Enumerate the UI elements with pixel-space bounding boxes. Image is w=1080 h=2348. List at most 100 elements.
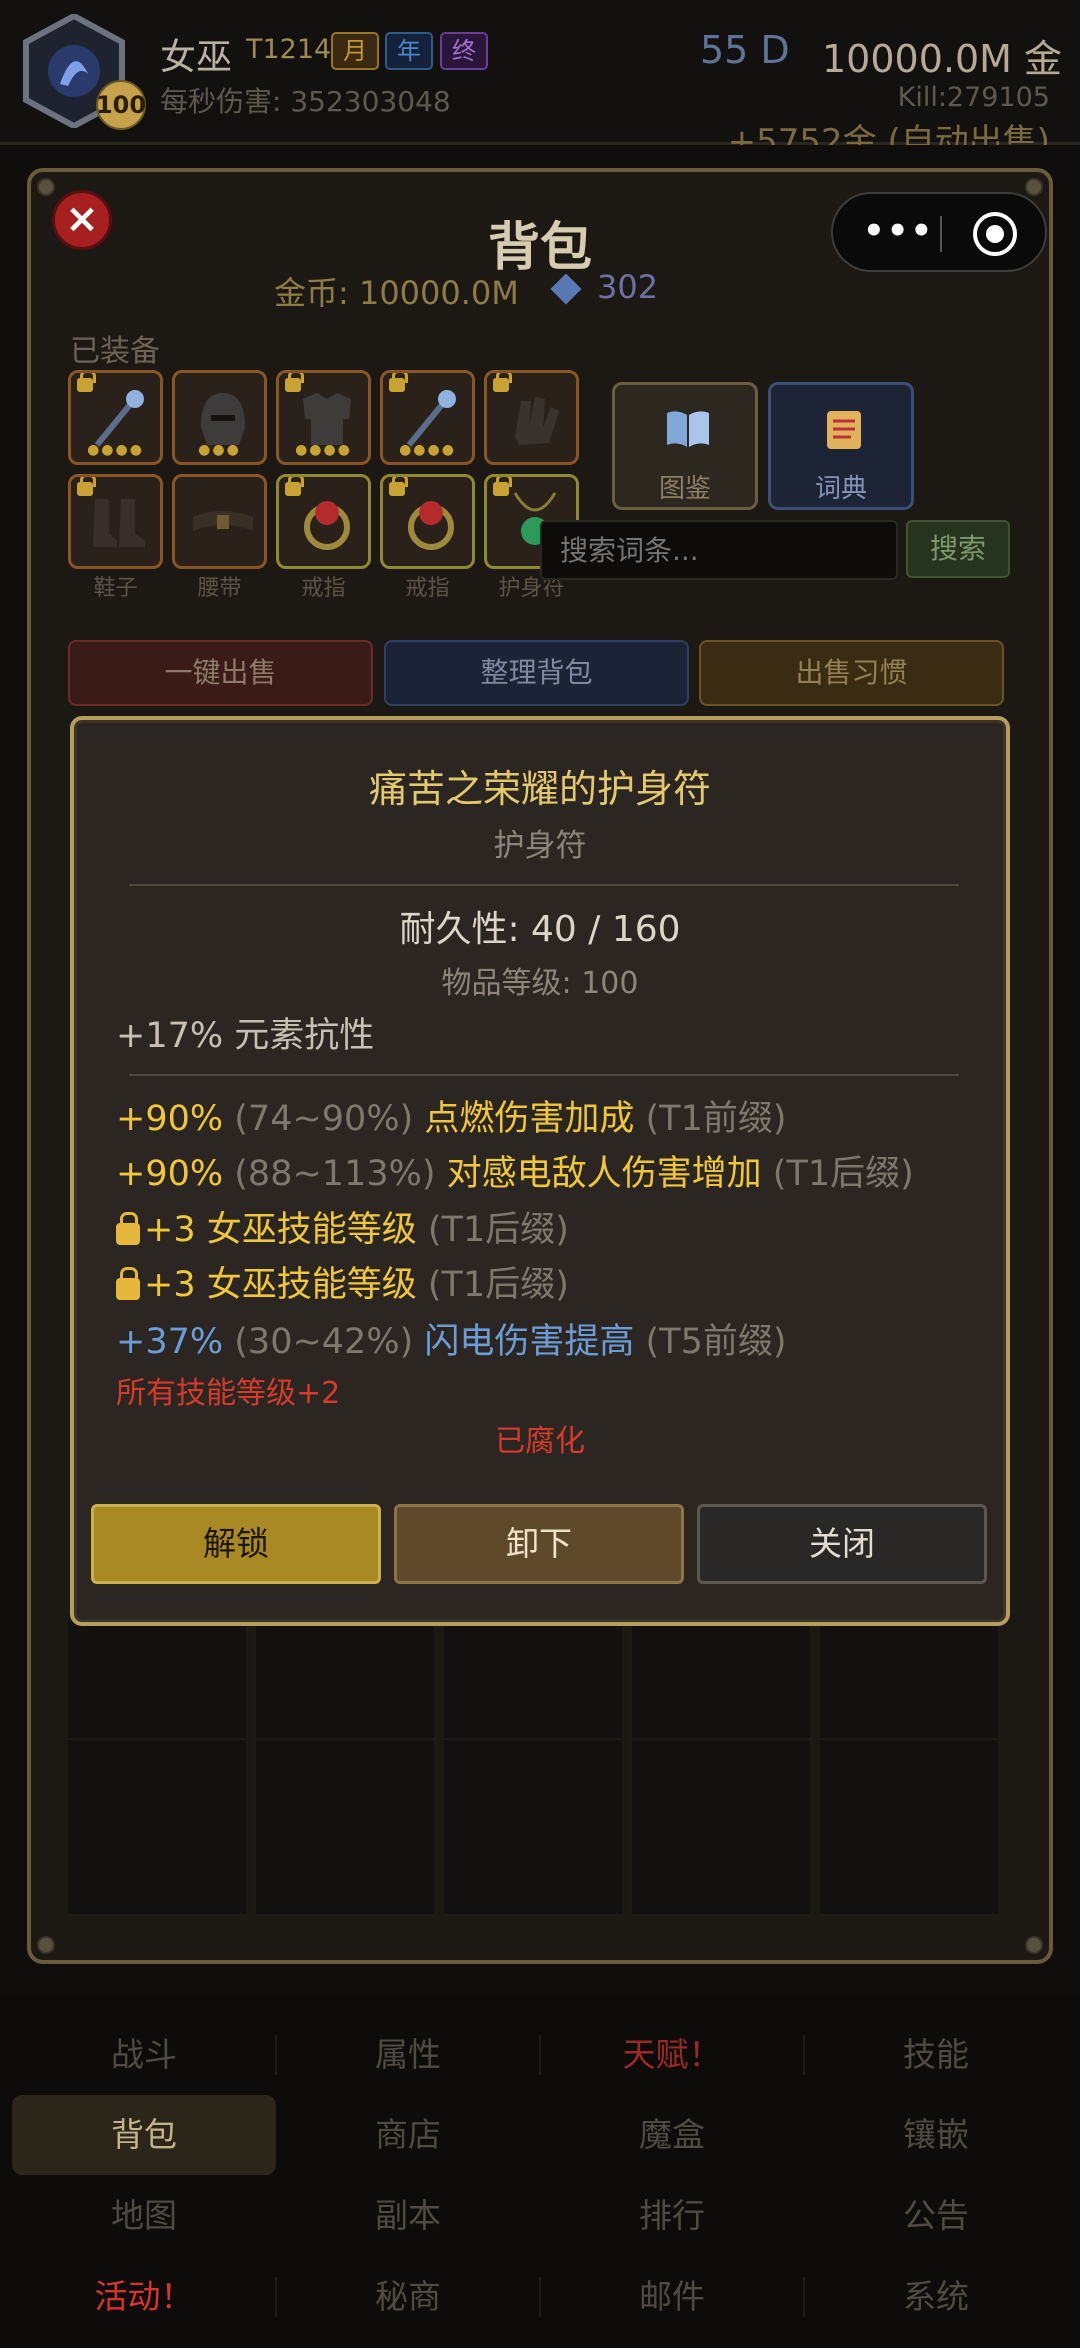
kill-count: Kill:279105 xyxy=(897,82,1050,113)
affix-line-locked: +3 女巫技能等级 (T1后缀) xyxy=(116,1201,569,1252)
inventory-cell[interactable] xyxy=(254,1738,436,1916)
game-time: 55 D xyxy=(700,28,790,72)
affix-value: +3 xyxy=(144,1265,196,1305)
affix-value: +3 xyxy=(144,1210,196,1250)
slot-label-boots: 鞋子 xyxy=(93,576,138,601)
divider xyxy=(129,884,959,886)
close-popup-button[interactable]: 关闭 xyxy=(697,1504,987,1584)
slot-label-ring-1: 戒指 xyxy=(301,576,346,601)
codex-label: 图鉴 xyxy=(658,474,711,504)
unlock-button[interactable]: 解锁 xyxy=(91,1504,381,1584)
nav-skills[interactable]: 技能 xyxy=(804,2015,1068,2095)
gem-count: 302 xyxy=(597,268,659,306)
nav-divider xyxy=(275,2277,277,2317)
affix-text: 对感电敌人伤害增加 xyxy=(446,1154,762,1194)
item-level: 物品等级: 100 xyxy=(441,966,639,1001)
month-card-badge: 月 xyxy=(331,32,379,70)
item-durability: 耐久性: 40 / 160 xyxy=(399,909,681,950)
inventory-cell[interactable] xyxy=(818,1738,1000,1916)
affix-range: (74~90%) xyxy=(234,1099,414,1139)
item-name: 痛苦之荣耀的护身符 xyxy=(368,767,711,811)
nav-map[interactable]: 地图 xyxy=(12,2176,276,2256)
top-status-bar: 100 女巫 T1214 月 年 终 每秒伤害: 352303048 55 D … xyxy=(0,0,1080,162)
dictionary-button[interactable]: 词典 xyxy=(768,382,914,510)
ring-icon xyxy=(408,501,454,550)
equip-slot-weapon[interactable]: ●●●● xyxy=(68,370,163,465)
affix-value: +90% xyxy=(116,1154,224,1194)
equipped-label: 已装备 xyxy=(70,334,160,369)
character-level-badge: 100 xyxy=(96,80,146,130)
nav-divider xyxy=(275,2035,277,2075)
backpack-grid xyxy=(66,1620,1006,1940)
nav-talents[interactable]: 天赋！ xyxy=(540,2015,804,2095)
codex-button[interactable]: 图鉴 xyxy=(612,382,758,510)
slot-label-belt: 腰带 xyxy=(197,576,242,601)
sell-habit-button[interactable]: 出售习惯 xyxy=(699,640,1004,706)
equip-slot-boots[interactable] xyxy=(68,474,163,569)
implicit-mod: +17% 元素抗性 xyxy=(116,1016,375,1056)
gloves-icon xyxy=(515,397,559,445)
nav-divider xyxy=(803,2277,805,2317)
affix-tier: (T1后缀) xyxy=(427,1265,569,1305)
belt-icon xyxy=(193,511,253,531)
affix-tier: (T1前缀) xyxy=(645,1099,787,1139)
nav-secret-merchant[interactable]: 秘商 xyxy=(276,2257,540,2337)
equip-slot-ring-1[interactable] xyxy=(276,474,371,569)
nav-attributes[interactable]: 属性 xyxy=(276,2015,540,2095)
affix-tier: (T1后缀) xyxy=(427,1210,569,1250)
mini-program-capsule: ••• xyxy=(831,192,1047,272)
equip-slot-belt[interactable] xyxy=(172,474,267,569)
more-menu-icon[interactable]: ••• xyxy=(863,214,934,248)
nav-battle[interactable]: 战斗 xyxy=(12,2015,276,2095)
affix-text: 女巫技能等级 xyxy=(206,1210,417,1250)
book-icon xyxy=(667,411,709,447)
nav-divider xyxy=(539,2277,541,2317)
affix-line: +37% (30~42%) 闪电伤害提高 (T5前缀) xyxy=(116,1313,787,1364)
affix-value: +90% xyxy=(116,1099,224,1139)
inventory-cell[interactable] xyxy=(630,1738,812,1916)
nav-events[interactable]: 活动！ xyxy=(12,2257,276,2337)
rivet-decoration xyxy=(37,178,55,196)
dps-text: 每秒伤害: 352303048 xyxy=(160,85,451,118)
nav-backpack[interactable]: 背包 xyxy=(12,2095,276,2175)
inventory-cell[interactable] xyxy=(66,1738,248,1916)
equip-slot-chest[interactable]: ●●●● xyxy=(276,370,371,465)
slot-label-ring-2: 戒指 xyxy=(405,576,450,601)
affix-line-locked: +3 女巫技能等级 (T1后缀) xyxy=(116,1256,569,1307)
equip-slot-helmet[interactable]: ●●● xyxy=(172,370,267,465)
nav-divider xyxy=(539,2035,541,2075)
dictionary-label: 词典 xyxy=(814,474,867,504)
nav-system[interactable]: 系统 xyxy=(804,2257,1068,2337)
equip-slot-offhand[interactable]: ●●●● xyxy=(380,370,475,465)
boots-icon xyxy=(93,499,145,547)
nav-dungeon[interactable]: 副本 xyxy=(276,2176,540,2256)
affix-text: 女巫技能等级 xyxy=(206,1265,417,1305)
nav-socket[interactable]: 镶嵌 xyxy=(804,2095,1068,2175)
nav-announcement[interactable]: 公告 xyxy=(804,2176,1068,2256)
nav-divider xyxy=(803,2035,805,2075)
exit-target-icon[interactable] xyxy=(973,212,1017,256)
search-button[interactable]: 搜索 xyxy=(906,520,1010,578)
organize-backpack-button[interactable]: 整理背包 xyxy=(384,640,689,706)
sell-all-button[interactable]: 一键出售 xyxy=(68,640,373,706)
lock-icon xyxy=(116,1267,140,1300)
divider xyxy=(129,1074,959,1076)
equip-slot-gloves[interactable] xyxy=(484,370,579,465)
unequip-button[interactable]: 卸下 xyxy=(394,1504,684,1584)
search-input[interactable] xyxy=(540,520,898,580)
nav-magic-box[interactable]: 魔盒 xyxy=(540,2095,804,2175)
nav-shop[interactable]: 商店 xyxy=(276,2095,540,2175)
bottom-navigation: 战斗 属性 天赋！ 技能 背包 商店 魔盒 镶嵌 地图 副本 排行 公告 活动！… xyxy=(0,1995,1080,2348)
affix-line: +90% (74~90%) 点燃伤害加成 (T1前缀) xyxy=(116,1090,787,1141)
affix-range: (30~42%) xyxy=(234,1322,414,1362)
affix-range: (88~113%) xyxy=(234,1154,436,1194)
item-type: 护身符 xyxy=(493,828,587,864)
affix-tier: (T5前缀) xyxy=(645,1322,787,1362)
corrupted-status: 已腐化 xyxy=(495,1424,585,1459)
nav-mail[interactable]: 邮件 xyxy=(540,2257,804,2337)
inventory-cell[interactable] xyxy=(442,1738,624,1916)
nav-ranking[interactable]: 排行 xyxy=(540,2176,804,2256)
affix-text: 点燃伤害加成 xyxy=(424,1099,635,1139)
equip-slot-ring-2[interactable] xyxy=(380,474,475,569)
rivet-decoration xyxy=(1025,178,1043,196)
